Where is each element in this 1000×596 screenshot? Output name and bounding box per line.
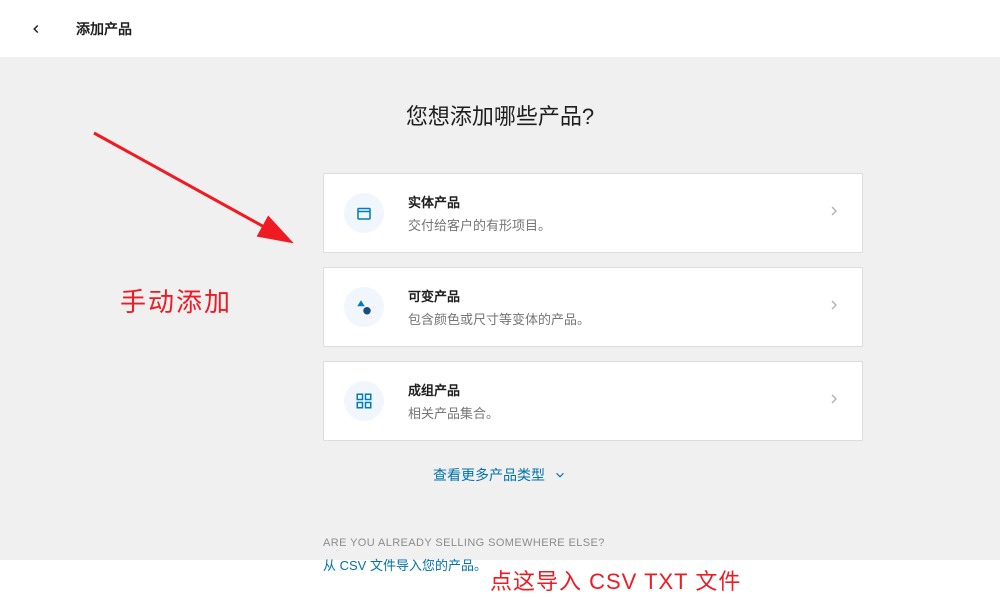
shapes-icon <box>344 287 384 327</box>
main-heading: 您想添加哪些产品? <box>0 99 1000 131</box>
product-type-cards: 实体产品 交付给客户的有形项目。 可变产品 包含颜色或尺寸等变体的产品。 <box>323 173 863 441</box>
card-title: 可变产品 <box>408 286 826 305</box>
chevron-right-icon <box>826 391 842 412</box>
box-icon <box>344 193 384 233</box>
selling-caption: ARE YOU ALREADY SELLING SOMEWHERE ELSE? <box>323 537 863 549</box>
card-grouped-product[interactable]: 成组产品 相关产品集合。 <box>323 361 863 441</box>
card-title: 实体产品 <box>408 192 826 211</box>
card-desc: 包含颜色或尺寸等变体的产品。 <box>408 309 826 328</box>
card-body: 实体产品 交付给客户的有形项目。 <box>408 192 826 234</box>
more-types-link-wrap: 查看更多产品类型 <box>0 465 1000 485</box>
chevron-down-icon <box>553 468 567 482</box>
page-header: 添加产品 <box>0 0 1000 57</box>
card-desc: 交付给客户的有形项目。 <box>408 215 826 234</box>
card-variable-product[interactable]: 可变产品 包含颜色或尺寸等变体的产品。 <box>323 267 863 347</box>
chevron-right-icon <box>826 203 842 224</box>
csv-import-link[interactable]: 从 CSV 文件导入您的产品。 <box>323 558 487 573</box>
more-types-label: 查看更多产品类型 <box>433 465 545 485</box>
annotation-arrow <box>88 127 318 267</box>
card-physical-product[interactable]: 实体产品 交付给客户的有形项目。 <box>323 173 863 253</box>
annotation-manual-add: 手动添加 <box>120 282 232 319</box>
grid-icon <box>344 381 384 421</box>
more-types-link[interactable]: 查看更多产品类型 <box>433 465 567 485</box>
content-area: 您想添加哪些产品? 实体产品 交付给客户的有形项目。 可变产品 包含颜色或尺寸等… <box>0 57 1000 560</box>
card-title: 成组产品 <box>408 380 826 399</box>
card-body: 可变产品 包含颜色或尺寸等变体的产品。 <box>408 286 826 328</box>
chevron-right-icon <box>826 297 842 318</box>
annotation-csv-note: 点这导入 CSV TXT 文件 <box>490 564 741 596</box>
back-button[interactable] <box>18 11 54 47</box>
card-body: 成组产品 相关产品集合。 <box>408 380 826 422</box>
page-title: 添加产品 <box>76 19 132 39</box>
card-desc: 相关产品集合。 <box>408 403 826 422</box>
chevron-left-icon <box>29 22 43 36</box>
